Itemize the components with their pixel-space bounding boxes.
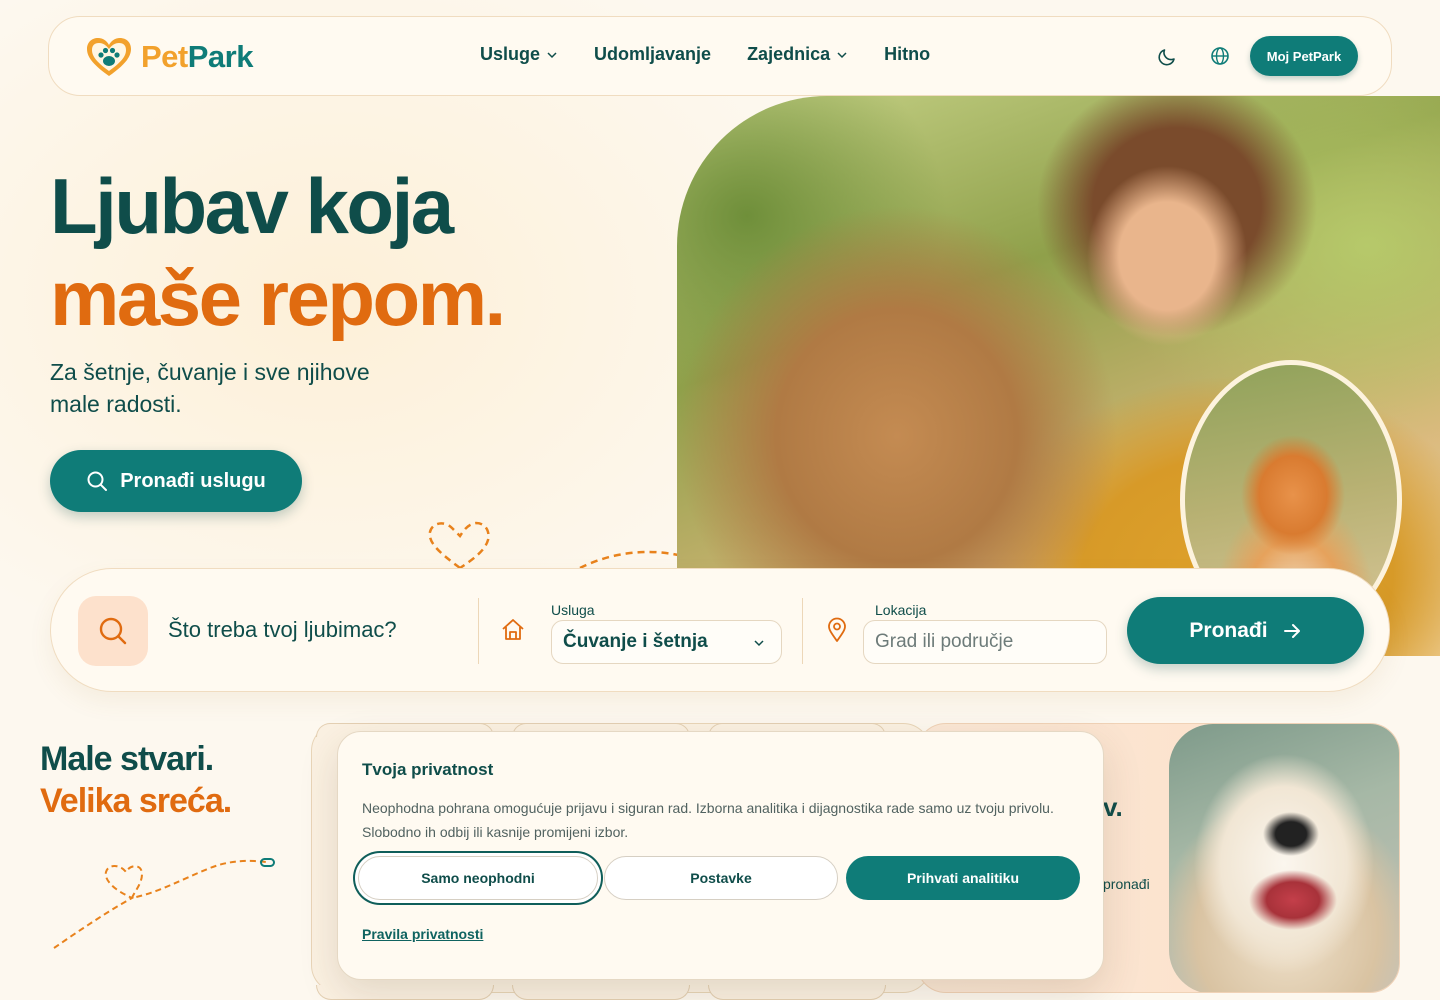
brand-name: PetPark	[141, 39, 253, 75]
location-input[interactable]	[863, 620, 1107, 664]
privacy-settings-button[interactable]: Postavke	[604, 856, 838, 900]
brand-name-park: Park	[187, 39, 254, 74]
card-edge	[316, 985, 494, 1000]
nav-usluge-label: Usluge	[480, 44, 541, 64]
nav-zajednica[interactable]: Zajednica	[747, 44, 848, 65]
privacy-consent-dialog: Tvoja privatnost Neophodna pohrana omogu…	[337, 731, 1104, 980]
search-submit-label: Pronađi	[1189, 618, 1268, 642]
chevron-down-icon	[754, 640, 764, 647]
search-panel: Što treba tvoj ljubimac? Usluga Čuvanje …	[50, 568, 1390, 692]
golden-retriever-photo	[1169, 724, 1399, 992]
essential-only-button[interactable]: Samo neophodni	[358, 856, 598, 900]
divider	[802, 598, 803, 664]
find-service-label: Pronađi uslugu	[120, 469, 266, 492]
location-pin-icon	[828, 617, 846, 642]
privacy-policy-link[interactable]: Pravila privatnosti	[362, 926, 483, 942]
tagline-line1: Male stvari.	[40, 740, 214, 778]
search-icon	[87, 471, 108, 491]
card-edge	[512, 985, 690, 1000]
tagline-line2: Velika sreća.	[40, 782, 232, 820]
nav-hitno[interactable]: Hitno	[884, 44, 930, 65]
dashed-heart-trail-decoration	[53, 858, 275, 949]
location-label: Lokacija	[875, 602, 927, 618]
promo-text: pronađi	[1103, 876, 1150, 892]
main-menu: Usluge Udomljavanje Zajednica Hitno	[480, 44, 966, 65]
search-submit-button[interactable]: Pronađi	[1127, 597, 1364, 664]
nav-usluge[interactable]: Usluge	[480, 44, 558, 65]
promo-title: v.	[1103, 792, 1123, 822]
nav-udomljavanje[interactable]: Udomljavanje	[594, 44, 711, 65]
search-question: Što treba tvoj ljubimac?	[168, 617, 397, 642]
my-petpark-button[interactable]: Moj PetPark	[1250, 36, 1358, 76]
find-service-button[interactable]: Pronađi uslugu	[50, 450, 302, 512]
divider	[478, 598, 479, 664]
nav-zajednica-label: Zajednica	[747, 44, 831, 64]
privacy-text: Neophodna pohrana omogućuje prijavu i si…	[362, 800, 1054, 840]
hero-title-line1: Ljubav koja	[50, 162, 454, 250]
nav-hitno-label: Hitno	[884, 44, 931, 64]
chevron-down-icon	[547, 51, 557, 58]
globe-icon[interactable]	[1209, 45, 1231, 67]
search-icon	[99, 617, 127, 645]
house-icon	[502, 619, 524, 640]
paw-heart-icon	[87, 38, 131, 76]
privacy-title: Tvoja privatnost	[362, 760, 494, 779]
hero-subtitle: Za šetnje, čuvanje i sve njihove male ra…	[50, 359, 370, 417]
search-icon-tile	[78, 596, 148, 666]
service-select[interactable]: Čuvanje i šetnja	[551, 620, 782, 664]
chevron-down-icon	[837, 51, 847, 58]
accept-analytics-button[interactable]: Prihvati analitiku	[846, 856, 1080, 900]
service-select-value: Čuvanje i šetnja	[563, 631, 708, 652]
hero-title: Ljubav koja maše repom.	[50, 160, 506, 344]
hero-title-line2: maše repom.	[50, 254, 506, 342]
nav-udomljavanje-label: Udomljavanje	[594, 44, 712, 64]
arrow-right-icon	[1283, 623, 1300, 638]
section-tagline: Male stvari. Velika sreća.	[40, 738, 232, 822]
service-label: Usluga	[551, 602, 595, 618]
top-navigation: PetPark Usluge Udomljavanje Zajednica Hi…	[48, 16, 1392, 96]
moon-icon[interactable]	[1157, 45, 1179, 67]
petpark-logo[interactable]: PetPark	[85, 36, 253, 78]
card-edge	[708, 985, 886, 1000]
brand-name-pet: Pet	[141, 39, 188, 74]
